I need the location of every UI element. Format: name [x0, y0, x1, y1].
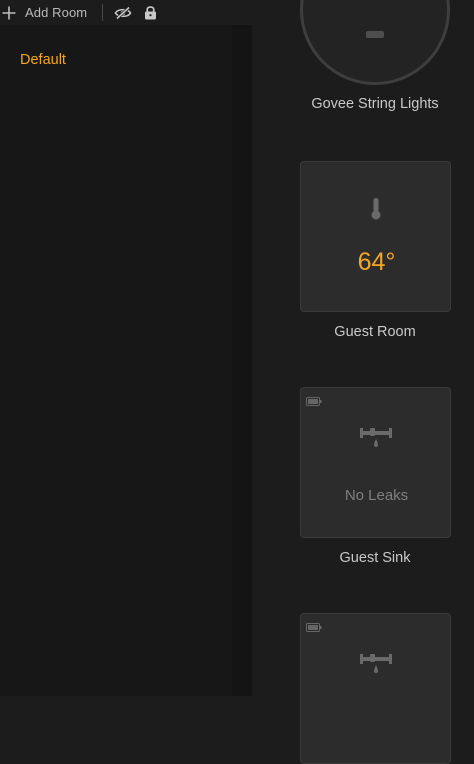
sidebar-item-default[interactable]: Default — [20, 52, 66, 68]
leak-sensor-icon — [360, 428, 392, 447]
add-room-label: Add Room — [25, 5, 88, 20]
lock-button[interactable] — [140, 3, 160, 23]
thermometer-icon — [371, 198, 381, 220]
accessory-label: Guest Sink — [339, 550, 411, 566]
add-room-button[interactable]: Add Room — [0, 0, 87, 25]
accessory-grid — [252, 25, 474, 696]
battery-icon — [306, 623, 322, 632]
leak-sensor-icon — [360, 654, 392, 673]
sidebar-splitter[interactable] — [232, 25, 252, 696]
leak-sensor-tile[interactable] — [300, 613, 451, 764]
leak-status: No Leaks — [344, 487, 409, 504]
toolbar-divider — [102, 4, 104, 21]
plus-icon — [2, 6, 16, 19]
eye-off-icon — [114, 5, 132, 20]
temperature-value: 64° — [357, 248, 396, 276]
leak-sensor-tile[interactable]: No Leaks — [300, 387, 451, 538]
accessory-label: Guest Room — [334, 324, 416, 340]
battery-icon — [306, 397, 322, 406]
hide-toggle-button[interactable] — [113, 3, 133, 23]
rooms-sidebar — [0, 25, 232, 696]
accessory-label: Govee String Lights — [311, 96, 439, 112]
lock-icon — [144, 6, 156, 20]
temperature-tile[interactable]: 64° — [300, 161, 451, 312]
dial-indicator — [366, 31, 384, 38]
